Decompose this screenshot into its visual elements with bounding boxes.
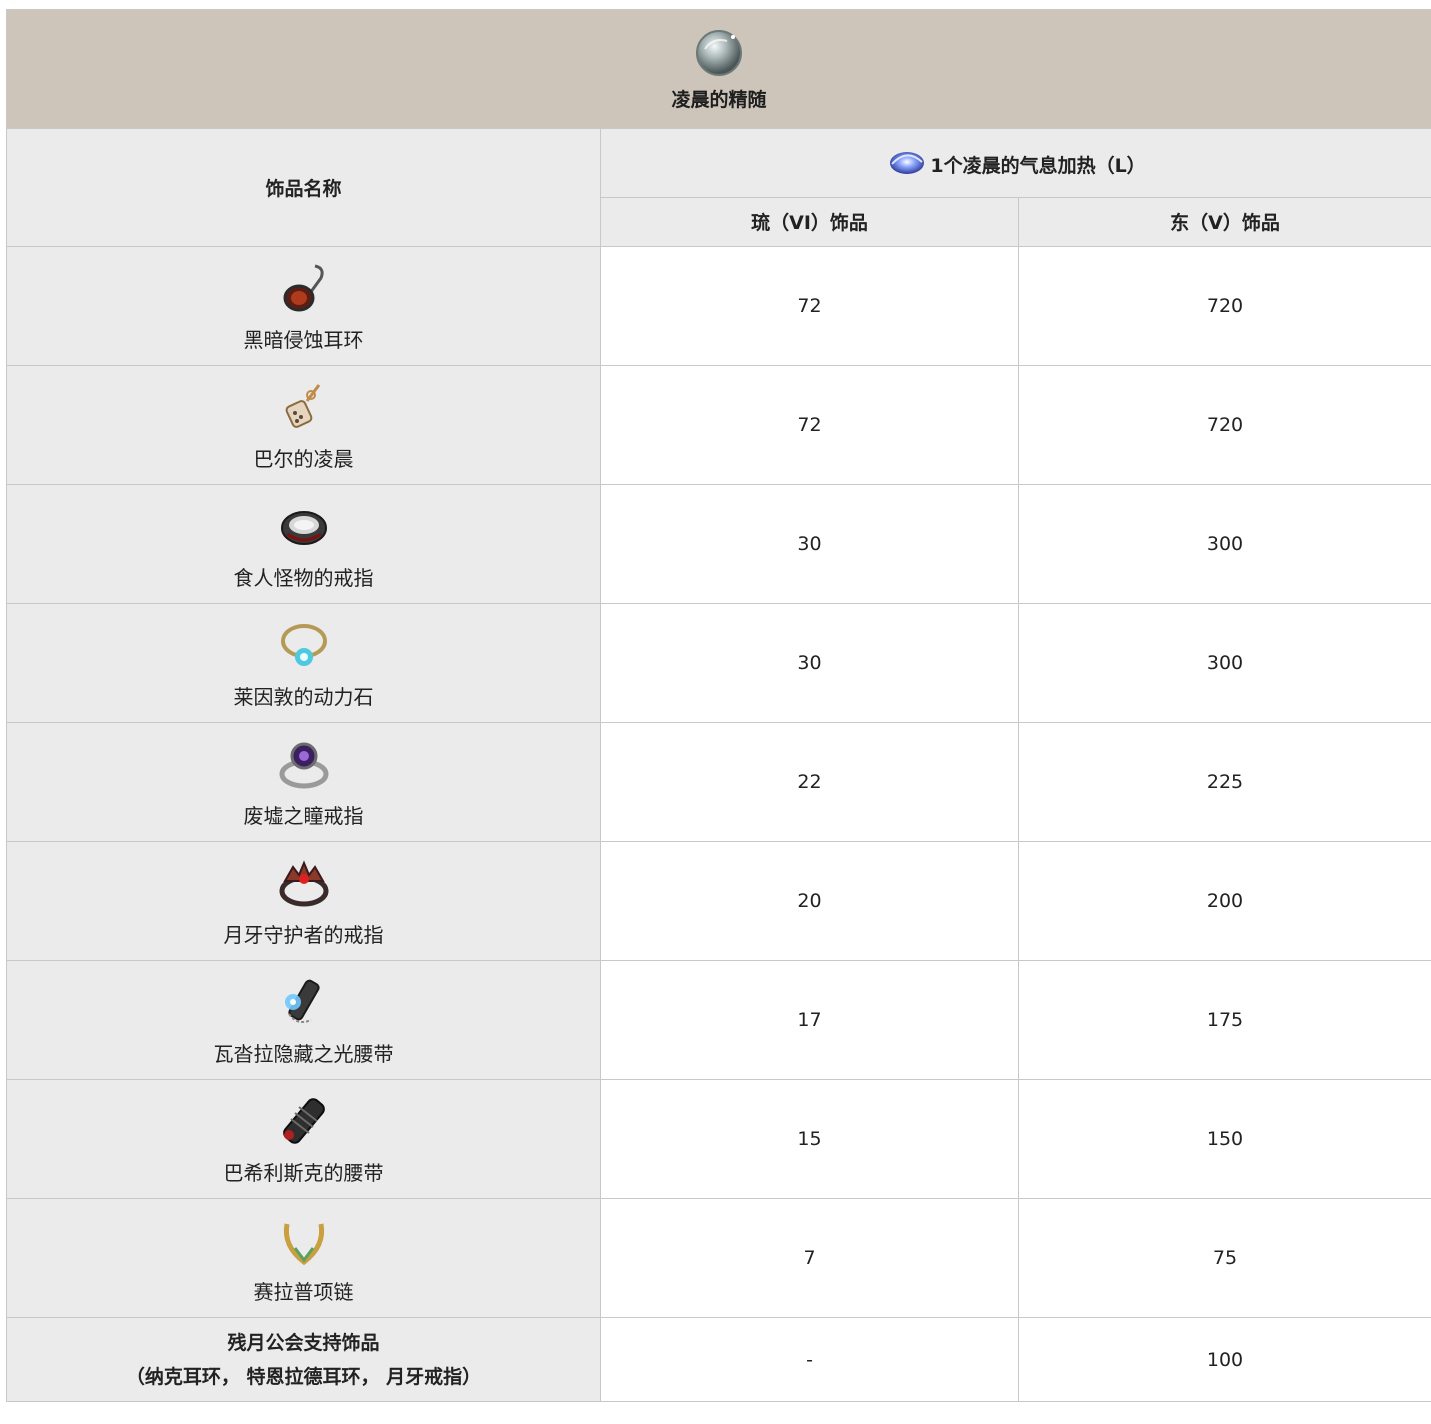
table-row: 残月公会支持饰品 （纳克耳环， 特恩拉德耳环， 月牙戒指） - 100 (6, 1317, 1431, 1402)
table-row: 巴尔的凌晨 72 720 (6, 365, 1431, 485)
serap-necklace-icon (275, 1212, 333, 1270)
item-name-cell: 食人怪物的戒指 (6, 484, 601, 604)
crescent-guardian-ring-icon (275, 855, 333, 913)
table-row: 月牙守护者的戒指 20 200 (6, 841, 1431, 961)
col-header-name: 饰品名称 (6, 128, 601, 247)
value-vi: 72 (600, 365, 1019, 485)
value-v: 75 (1017, 1198, 1431, 1318)
page-title: 凌晨的精随 (671, 88, 767, 111)
item-name-cell: 赛拉普项链 (6, 1198, 601, 1318)
table-row: 黑暗侵蚀耳环 72 720 (6, 246, 1431, 366)
value-v: 720 (1017, 365, 1431, 485)
item-name-cell: 黑暗侵蚀耳环 (6, 246, 601, 366)
item-name: 黑暗侵蚀耳环 (243, 327, 364, 352)
title-cell: 凌晨的精随 (5, 9, 1431, 129)
value-v: 150 (1017, 1079, 1431, 1199)
col-header-group: 1个凌晨的气息加热（L） (599, 128, 1431, 198)
table-row: 瓦沓拉隐藏之光腰带 17 175 (6, 960, 1431, 1080)
dawn-breath-icon (886, 144, 928, 182)
value-vi: 17 (600, 960, 1019, 1080)
item-name-cell: 月牙守护者的戒指 (6, 841, 601, 961)
value-vi: 72 (600, 246, 1019, 366)
value-vi: 30 (600, 603, 1019, 723)
value-v: 175 (1017, 960, 1431, 1080)
value-vi: 15 (600, 1079, 1019, 1199)
item-name-cell: 巴希利斯克的腰带 (6, 1079, 601, 1199)
basilisk-belt-icon (275, 1093, 333, 1151)
item-name: 巴希利斯克的腰带 (223, 1160, 384, 1185)
table-row: 废墟之瞳戒指 22 225 (6, 722, 1431, 842)
item-name: 赛拉普项链 (253, 1279, 354, 1304)
ogre-ring-icon (275, 498, 333, 556)
value-v: 300 (1017, 603, 1431, 723)
item-name-cell: 莱因敦的动力石 (6, 603, 601, 723)
ruin-eye-ring-icon (275, 736, 333, 794)
value-v: 100 (1017, 1317, 1431, 1402)
value-vi: 7 (600, 1198, 1019, 1318)
value-vi: 20 (600, 841, 1019, 961)
col-header-v: 东（V）饰品 (1017, 196, 1431, 248)
item-name: 莱因敦的动力石 (233, 684, 374, 709)
col-header-vi: 琉（VI）饰品 (600, 196, 1019, 248)
item-name-cell: 瓦沓拉隐藏之光腰带 (6, 960, 601, 1080)
power-stone-icon (275, 617, 333, 675)
group-label: 1个凌晨的气息加热（L） (930, 154, 1146, 177)
item-name-cell: 废墟之瞳戒指 (6, 722, 601, 842)
value-vi: 22 (600, 722, 1019, 842)
value-v: 200 (1017, 841, 1431, 961)
guild-support-items: （纳克耳环， 特恩拉德耳环， 月牙戒指） (125, 1365, 482, 1388)
item-name: 月牙守护者的戒指 (223, 922, 384, 947)
value-v: 300 (1017, 484, 1431, 604)
guild-support-name-cell: 残月公会支持饰品 （纳克耳环， 特恩拉德耳环， 月牙戒指） (6, 1317, 601, 1402)
item-name: 废墟之瞳戒指 (243, 803, 364, 828)
table-row: 莱因敦的动力石 30 300 (6, 603, 1431, 723)
value-v: 225 (1017, 722, 1431, 842)
essence-orb-icon (693, 27, 745, 79)
essence-table: 凌晨的精随 饰品名称 1个凌晨的气息加热（L） 琉（VI）饰品 东（V）饰品 黑… (5, 9, 1431, 1402)
item-name-cell: 巴尔的凌晨 (6, 365, 601, 485)
hidden-light-belt-icon (275, 974, 333, 1032)
item-name: 瓦沓拉隐藏之光腰带 (213, 1041, 394, 1066)
bal-dawn-earring-icon (275, 379, 333, 437)
table-row: 赛拉普项链 7 75 (6, 1198, 1431, 1318)
table-row: 食人怪物的戒指 30 300 (6, 484, 1431, 604)
item-name: 巴尔的凌晨 (253, 446, 354, 471)
table-row: 巴希利斯克的腰带 15 150 (6, 1079, 1431, 1199)
value-v: 720 (1017, 246, 1431, 366)
dark-earring-icon (275, 260, 333, 318)
guild-support-title: 残月公会支持饰品 (227, 1331, 380, 1354)
value-vi: 30 (600, 484, 1019, 604)
item-name: 食人怪物的戒指 (233, 565, 374, 590)
value-vi: - (600, 1317, 1019, 1402)
